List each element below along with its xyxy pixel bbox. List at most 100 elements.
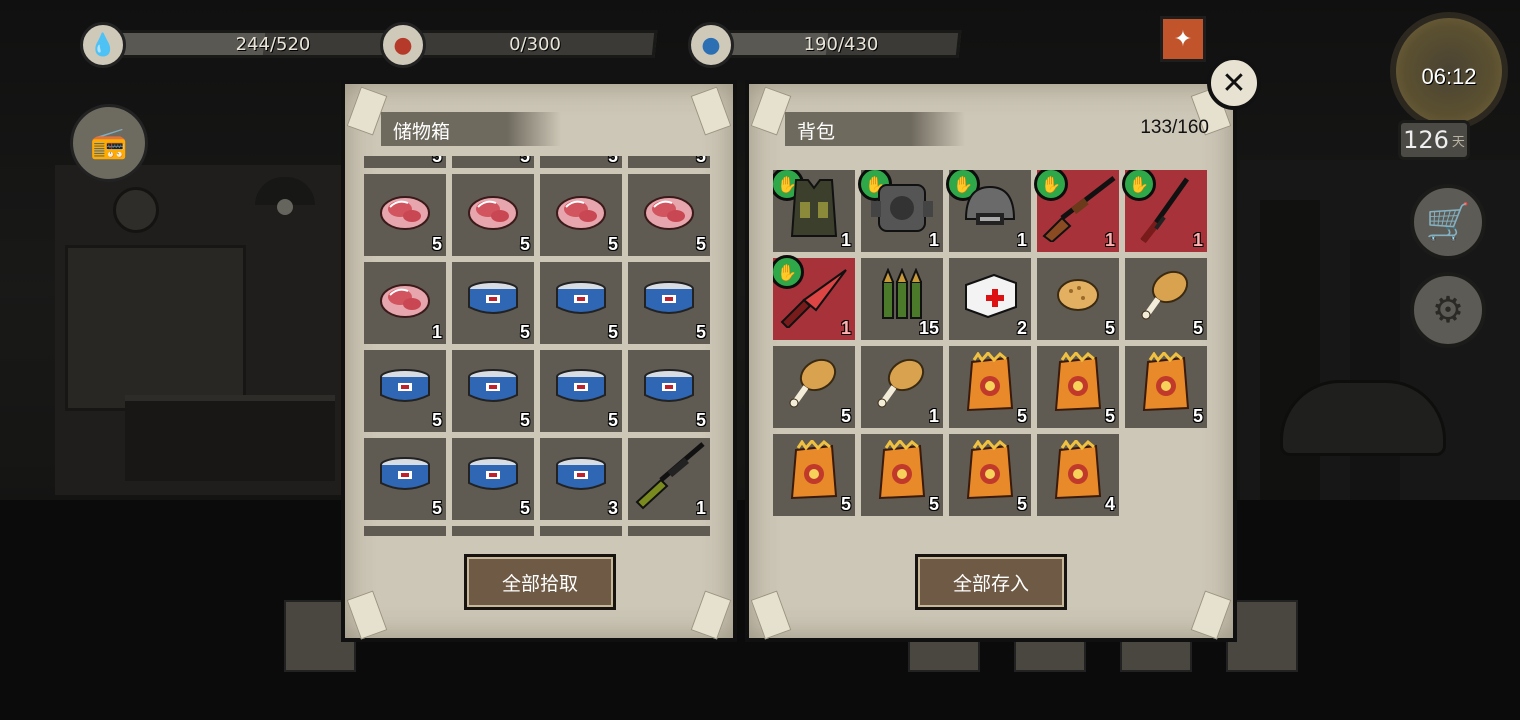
item-quantity: 1 — [431, 322, 442, 342]
backpack-slot[interactable]: ✋ 1 — [1122, 170, 1207, 252]
item-quantity: 1 — [1104, 230, 1115, 250]
backpack-slot[interactable]: 5 — [949, 434, 1031, 516]
chips-bag-icon — [1138, 351, 1194, 414]
storage-slot[interactable]: 5 — [540, 156, 622, 168]
storage-slot[interactable]: 5 — [452, 174, 534, 256]
item-quantity: 1 — [840, 230, 851, 250]
close-icon[interactable]: ✕ — [1207, 56, 1261, 110]
storage-slot[interactable]: 5 — [452, 438, 534, 520]
storage-slot[interactable] — [540, 526, 622, 536]
item-quantity: 3 — [607, 498, 618, 518]
storage-slot[interactable]: 5 — [540, 350, 622, 432]
item-quantity: 5 — [431, 156, 442, 166]
day-unit: 天 — [1451, 134, 1465, 150]
storage-slot[interactable] — [364, 526, 446, 536]
item-quantity: 5 — [607, 410, 618, 430]
item-quantity: 4 — [1104, 494, 1115, 514]
storage-slot[interactable]: 5 — [628, 350, 710, 432]
backpack-slot[interactable]: 5 — [1125, 346, 1207, 428]
backpack-slot[interactable]: 1 — [861, 346, 943, 428]
backpack-slot[interactable]: 5 — [1125, 258, 1207, 340]
backpack-slot[interactable]: 2 — [949, 258, 1031, 340]
item-quantity: 5 — [519, 410, 530, 430]
item-quantity: 5 — [519, 234, 530, 254]
backpack-slot[interactable]: 5 — [773, 346, 855, 428]
combat-helmet-icon — [960, 179, 1020, 235]
day-count: 126 — [1403, 126, 1449, 154]
tape-corner — [690, 590, 732, 640]
storage-slot[interactable]: 5 — [628, 262, 710, 344]
gear-icon[interactable]: ⚙ — [1410, 272, 1486, 348]
take-all-label: 全部拾取 — [501, 572, 578, 595]
storage-slot[interactable]: 3 — [540, 438, 622, 520]
storage-slot[interactable] — [628, 526, 710, 536]
storage-slot[interactable]: 5 — [628, 156, 710, 168]
stomach-icon: ● — [380, 22, 426, 68]
canned-food-icon — [552, 367, 610, 407]
walkie-talkie-icon[interactable]: 📻 — [70, 104, 148, 182]
raw-meat-icon — [554, 189, 608, 233]
backpack-slot[interactable]: 15 — [861, 258, 943, 340]
backpack-slot[interactable]: ✋ 1 — [1034, 170, 1119, 252]
backpack-grid-viewport[interactable]: ✋ 1 ✋ 1 ✋ 1 ✋ 1 ✋ 1 ✋ 1 15 2 5 5 5 1 5 5 5 5 5 5 4 — [773, 170, 1213, 530]
backpack-header: 背包 — [785, 112, 965, 146]
mind-value: 190/430 — [803, 33, 879, 55]
tape-corner — [750, 590, 792, 640]
item-quantity: 5 — [519, 156, 530, 166]
storage-slot[interactable]: 5 — [364, 438, 446, 520]
biscuit-icon — [1055, 276, 1101, 314]
map-icon[interactable]: ✦ — [1160, 16, 1206, 62]
chips-bag-icon — [1050, 351, 1106, 414]
storage-slot[interactable]: 5 — [540, 174, 622, 256]
tactical-vest-icon — [786, 174, 842, 240]
storage-slot[interactable]: 5 — [628, 174, 710, 256]
item-quantity: 5 — [1016, 406, 1027, 426]
storage-slot[interactable]: 1 — [628, 438, 710, 520]
backpack-slot[interactable]: 4 — [1037, 434, 1119, 516]
item-quantity: 5 — [1016, 494, 1027, 514]
take-all-button[interactable]: 全部拾取 — [464, 554, 616, 610]
mind-bar: 190/430 — [720, 30, 962, 58]
item-quantity: 5 — [695, 234, 706, 254]
brain-icon: ● — [688, 22, 734, 68]
storage-slot[interactable]: 5 — [364, 350, 446, 432]
storage-slot[interactable]: 5 — [540, 262, 622, 344]
storage-slot[interactable] — [452, 526, 534, 536]
empty-slot[interactable] — [1125, 434, 1207, 516]
item-quantity: 5 — [519, 322, 530, 342]
deposit-all-button[interactable]: 全部存入 — [915, 554, 1067, 610]
backpack-slot[interactable]: 5 — [861, 434, 943, 516]
tape-corner — [1190, 590, 1232, 640]
raw-meat-icon — [642, 189, 696, 233]
item-quantity: 5 — [928, 494, 939, 514]
item-quantity: 1 — [840, 318, 851, 338]
backpack-slot[interactable]: ✋ 1 — [773, 170, 855, 252]
item-quantity: 5 — [1192, 406, 1203, 426]
storage-grid-viewport[interactable]: 5 5 5 5 5 5 5 5 1 5 5 5 5 5 5 5 5 5 3 1 — [364, 156, 712, 536]
backpack-slot[interactable]: ✋ 1 — [946, 170, 1031, 252]
storage-slot[interactable]: 5 — [452, 262, 534, 344]
backpack-slot[interactable]: ✋ 1 — [858, 170, 943, 252]
item-quantity: 1 — [1016, 230, 1027, 250]
storage-slot[interactable]: 5 — [452, 350, 534, 432]
storage-slot[interactable]: 5 — [452, 156, 534, 168]
backpack-slot[interactable]: 5 — [1037, 258, 1119, 340]
item-quantity: 2 — [1016, 318, 1027, 338]
item-quantity: 5 — [1192, 318, 1203, 338]
storage-slot[interactable]: 1 — [364, 262, 446, 344]
backpack-slot[interactable]: ✋ 1 — [773, 255, 855, 340]
item-quantity: 1 — [928, 406, 939, 426]
backpack-slot[interactable]: 5 — [1037, 346, 1119, 428]
hunger-bar: 0/300 — [412, 30, 658, 58]
backpack-slot[interactable]: 5 — [773, 434, 855, 516]
backpack-slot[interactable]: 5 — [949, 346, 1031, 428]
storage-slot[interactable]: 5 — [364, 174, 446, 256]
item-quantity: 5 — [695, 322, 706, 342]
item-quantity: 5 — [607, 322, 618, 342]
canned-food-icon — [640, 279, 698, 319]
raw-meat-icon — [378, 277, 432, 321]
item-quantity: 5 — [1104, 406, 1115, 426]
storage-slot[interactable]: 5 — [364, 156, 446, 168]
item-quantity: 5 — [519, 498, 530, 518]
shopping-cart-icon[interactable]: 🛒 — [1410, 184, 1486, 260]
